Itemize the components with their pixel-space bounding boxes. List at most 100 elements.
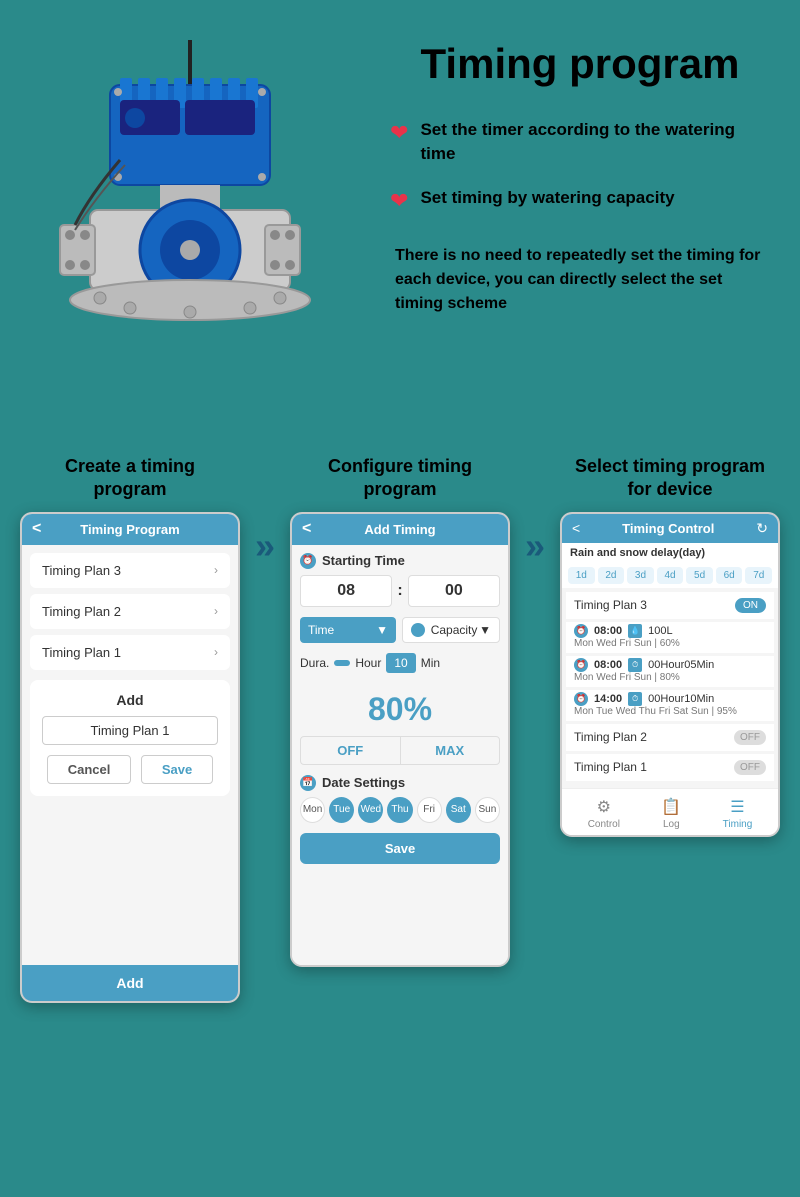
capacity-label: Capacity bbox=[431, 623, 478, 637]
minute-box[interactable]: 00 bbox=[408, 575, 500, 607]
date-settings-label: Date Settings bbox=[322, 775, 405, 790]
schedule-time-row-3: ⏰ 14:00 ⏱ 00Hour10Min bbox=[574, 692, 766, 706]
hour-box[interactable]: 08 bbox=[300, 575, 392, 607]
add-dialog-input[interactable]: Timing Plan 1 bbox=[42, 716, 218, 745]
date-settings-label-row: 📅 Date Settings bbox=[300, 775, 500, 791]
footer-tab-control[interactable]: ⚙ Control bbox=[588, 797, 620, 830]
day-tab-7d[interactable]: 7d bbox=[745, 567, 772, 584]
description-text: There is no need to repeatedly set the t… bbox=[390, 244, 770, 316]
time-colon: : bbox=[397, 575, 402, 607]
feature-item-1: ❤ Set the timer according to the waterin… bbox=[390, 118, 770, 166]
sched-dur-icon-3: ⏱ bbox=[628, 692, 642, 706]
sched-time-3: 14:00 bbox=[594, 693, 622, 705]
day-thu[interactable]: Thu bbox=[387, 797, 412, 823]
timing-item-1-label: Timing Plan 1 bbox=[42, 645, 121, 660]
timing-item-2-label: Timing Plan 2 bbox=[42, 604, 121, 619]
off-button[interactable]: OFF bbox=[301, 737, 401, 764]
timing-list-item-3[interactable]: Timing Plan 3 › bbox=[30, 553, 230, 588]
day-sat[interactable]: Sat bbox=[446, 797, 471, 823]
time-dropdown-icon: ▼ bbox=[376, 623, 388, 637]
phone1-footer: Add bbox=[22, 965, 238, 1001]
phone2-save-button[interactable]: Save bbox=[300, 833, 500, 864]
phone1-col: Create a timingprogram < Timing Program … bbox=[15, 455, 245, 1003]
starting-time-label: Starting Time bbox=[322, 553, 405, 568]
day-fri[interactable]: Fri bbox=[417, 797, 442, 823]
capacity-control-box[interactable]: Capacity ▼ bbox=[402, 617, 500, 643]
refresh-icon[interactable]: ↻ bbox=[756, 520, 768, 537]
date-section: 📅 Date Settings Mon Tue Wed Thu Fri Sat … bbox=[300, 775, 500, 823]
time-display: 08 : 00 bbox=[300, 575, 500, 607]
top-section: Timing program ❤ Set the timer according… bbox=[0, 0, 800, 445]
phone3-col-label: Select timing programfor device bbox=[575, 455, 765, 502]
day-tue[interactable]: Tue bbox=[329, 797, 354, 823]
footer-tab-log-label: Log bbox=[663, 819, 680, 830]
plan3-toggle[interactable]: ON bbox=[735, 598, 766, 613]
phone3-back-arrow[interactable]: < bbox=[572, 520, 580, 536]
calendar-icon: 📅 bbox=[300, 775, 316, 791]
phone2-header: < Add Timing bbox=[292, 514, 508, 545]
sched-dur-icon-2: ⏱ bbox=[628, 658, 642, 672]
sched-days-1: Mon Wed Fri Sun | 60% bbox=[574, 638, 766, 649]
max-button[interactable]: MAX bbox=[401, 737, 500, 764]
day-tab-5d[interactable]: 5d bbox=[686, 567, 713, 584]
day-tab-3d[interactable]: 3d bbox=[627, 567, 654, 584]
day-tab-2d[interactable]: 2d bbox=[598, 567, 625, 584]
day-tab-1d[interactable]: 1d bbox=[568, 567, 595, 584]
dura-row: Dura. Hour 10 Min bbox=[300, 653, 500, 673]
page-title: Timing program bbox=[390, 40, 770, 88]
sched-days-3: Mon Tue Wed Thu Fri Sat Sun | 95% bbox=[574, 706, 766, 717]
phone2-header-title: Add Timing bbox=[364, 522, 435, 537]
chevron-icon-3: › bbox=[214, 563, 218, 577]
device-image-container bbox=[30, 30, 370, 425]
phone1-col-label: Create a timingprogram bbox=[65, 455, 195, 502]
footer-tab-log[interactable]: 📋 Log bbox=[661, 797, 681, 830]
clock-icon: ⏰ bbox=[300, 553, 316, 569]
day-tab-4d[interactable]: 4d bbox=[657, 567, 684, 584]
sched-time-2: 08:00 bbox=[594, 659, 622, 671]
control-icon: ⚙ bbox=[597, 797, 611, 817]
dura-min-highlight: 10 bbox=[386, 653, 415, 673]
day-circles: Mon Tue Wed Thu Fri Sat Sun bbox=[300, 797, 500, 823]
sched-dur-2: 00Hour05Min bbox=[648, 659, 714, 671]
dialog-buttons: Cancel Save bbox=[42, 755, 218, 784]
phone3-frame: < Timing Control ↻ Rain and snow delay(d… bbox=[560, 512, 780, 837]
add-dialog: Add Timing Plan 1 Cancel Save bbox=[30, 680, 230, 796]
day-tab-6d[interactable]: 6d bbox=[716, 567, 743, 584]
arrow-col-1: » bbox=[255, 455, 275, 567]
dura-label: Dura. bbox=[300, 656, 329, 670]
phone1-add-button[interactable]: Add bbox=[32, 975, 228, 991]
off-max-row: OFF MAX bbox=[300, 736, 500, 765]
footer-tab-timing[interactable]: ☰ Timing bbox=[723, 797, 753, 830]
control-row: Time ▼ Capacity ▼ bbox=[300, 617, 500, 643]
schedule-item-3: ⏰ 14:00 ⏱ 00Hour10Min Mon Tue Wed Thu Fr… bbox=[566, 690, 774, 721]
bottom-section: Create a timingprogram < Timing Program … bbox=[0, 445, 800, 1023]
schedule-item-1: ⏰ 08:00 💧 100L Mon Wed Fri Sun | 60% bbox=[566, 622, 774, 653]
sched-time-1: 08:00 bbox=[594, 625, 622, 637]
time-control-box[interactable]: Time ▼ bbox=[300, 617, 396, 643]
phone3-footer: ⚙ Control 📋 Log ☰ Timing bbox=[562, 788, 778, 835]
plan2-toggle[interactable]: OFF bbox=[734, 730, 766, 745]
save-button[interactable]: Save bbox=[141, 755, 213, 784]
time-label: Time bbox=[308, 623, 334, 637]
plan1-toggle[interactable]: OFF bbox=[734, 760, 766, 775]
sched-clock-icon-1: ⏰ bbox=[574, 624, 588, 638]
sched-days-2: Mon Wed Fri Sun | 80% bbox=[574, 672, 766, 683]
phone2-back-arrow[interactable]: < bbox=[302, 520, 311, 538]
day-sun[interactable]: Sun bbox=[475, 797, 500, 823]
feature-text-2: Set timing by watering capacity bbox=[420, 186, 674, 210]
heart-icon-2: ❤ bbox=[390, 188, 408, 214]
sched-clock-icon-3: ⏰ bbox=[574, 692, 588, 706]
cancel-button[interactable]: Cancel bbox=[47, 755, 132, 784]
feature-item-2: ❤ Set timing by watering capacity bbox=[390, 186, 770, 214]
day-mon[interactable]: Mon bbox=[300, 797, 325, 823]
add-dialog-title: Add bbox=[42, 692, 218, 708]
capacity-dropdown-icon: ▼ bbox=[479, 623, 491, 637]
timing-list-item-2[interactable]: Timing Plan 2 › bbox=[30, 594, 230, 629]
phone1-back-arrow[interactable]: < bbox=[32, 520, 41, 538]
day-wed[interactable]: Wed bbox=[358, 797, 383, 823]
timing-list-item-1[interactable]: Timing Plan 1 › bbox=[30, 635, 230, 670]
percent-display: 80% bbox=[300, 683, 500, 736]
starting-time-section: ⏰ Starting Time bbox=[300, 553, 500, 569]
plan1-row: Timing Plan 1 OFF bbox=[566, 754, 774, 781]
sched-dur-3: 00Hour10Min bbox=[648, 693, 714, 705]
